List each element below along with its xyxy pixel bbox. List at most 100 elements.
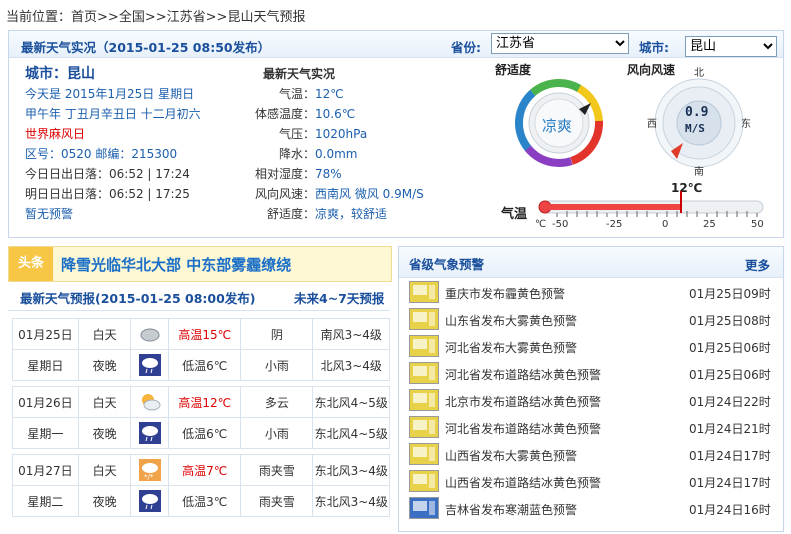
forecast-row: 星期二 夜晚 低温3℃ 雨夹雪 东北风3~4级 [12,485,390,517]
forecast-wind: 东北风4~5级 [312,417,390,449]
alert-link[interactable]: 吉林省发布寒潮蓝色预警 [445,501,577,518]
detail-row: 体感温度：10.6℃ [223,105,355,122]
alert-time: 01月24日22时 [689,395,771,409]
detail-value: 12℃ [315,87,344,101]
alert-time: 01月24日21时 [689,422,771,436]
alert-time: 01月25日06时 [689,368,771,382]
alert-link[interactable]: 北京市发布道路结冰黄色预警 [445,393,601,410]
breadcrumb-country-link[interactable]: 全国 [119,10,145,25]
overcast-icon [139,323,161,345]
forecast-wind: 东北风3~4级 [312,454,390,486]
icy-road-yellow-icon [409,416,439,438]
detail-row: 气压：1020hPa [223,125,367,142]
province-select[interactable]: 江苏省 [491,33,629,54]
temp-scale-label: 50 [751,219,764,230]
alert-link[interactable]: 河北省发布大雾黄色预警 [445,339,577,356]
alert-more-link[interactable]: 更多 [745,255,770,274]
alert-item[interactable]: 山东省发布大雾黄色预警 01月25日08时 [409,308,771,332]
alert-item[interactable]: 山西省发布大雾黄色预警 01月24日17时 [409,443,771,467]
alert-item[interactable]: 河北省发布道路结冰黄色预警 01月24日21时 [409,416,771,440]
compass-west: 西 [647,119,657,130]
forecast-row: 01月26日 白天 高温12℃ 多云 东北风4~5级 [12,386,390,418]
temp-title: 气温 [501,207,528,222]
alert-time: 01月25日09时 [689,287,771,301]
forecast-weekday: 星期二 [12,485,79,517]
alert-header: 省级气象预警 更多 [399,247,783,278]
detail-label: 体感温度： [254,107,315,121]
forecast-weekday: 星期日 [12,349,79,381]
light-rain-night-icon [138,422,161,444]
alert-link[interactable]: 河北省发布道路结冰黄色预警 [445,366,601,383]
forecast-icon-cell: */* [130,454,170,486]
temp-scale-label: 25 [703,219,716,230]
wind-speed: 0.9 [685,105,709,120]
forecast-row: 01月25日 白天 高温15℃ 阴南风3~4级 [12,318,390,350]
compass-north: 北 [694,68,704,79]
sunrise-sunset-tomorrow: 明日日出日落：06:52 | 17:25 [25,187,190,201]
forecast-wind: 南风3~4级 [312,318,390,350]
compass-east: 东 [741,119,751,130]
live-weather-panel: 最新天气实况（2015-01-25 08:50发布） 省份: 江苏省 城市: 昆… [8,30,784,238]
forecast-more-link[interactable]: 未来4~7天预报 [294,288,384,307]
forecast-temp: 低温6℃ [168,417,242,449]
province-label: 省份: [451,40,481,55]
city-select[interactable]: 昆山 [685,36,777,57]
lunar-date: 甲午年 丁丑月辛丑日 十二月初六 [25,107,201,121]
breadcrumb-home-link[interactable]: 首页 [71,10,97,25]
alert-item[interactable]: 吉林省发布寒潮蓝色预警 01月24日16时 [409,497,771,521]
breadcrumb-prefix: 当前位置： [6,10,72,25]
forecast-weather: 雨夹雪 [240,485,314,517]
svg-text:*/*: */* [144,473,154,481]
forecast-wind: 东北风4~5级 [312,386,390,418]
forecast-period: 白天 [77,386,132,418]
forecast-date: 01月27日 [12,454,79,486]
area-postal-codes: 区号：0520 邮编：215300 [25,147,178,161]
forecast-period: 白天 [77,318,132,350]
fog-yellow-icon [409,335,439,357]
detail-label: 相对湿度： [254,167,315,181]
comfort-value: 凉爽 [542,117,573,135]
temperature-fill [545,204,681,210]
forecast-day-table: 01月25日 白天 高温15℃ 阴南风3~4级 星期日 夜晚 低温6℃ 小雨 北风3~4级 [12,318,390,381]
alert-item[interactable]: 河北省发布大雾黄色预警 01月25日06时 [409,335,771,359]
alert-link[interactable]: 山西省发布道路结冰黄色预警 [445,474,601,491]
forecast-row: 星期日 夜晚 低温6℃ 小雨 北风3~4级 [12,349,390,381]
detail-value: 1020hPa [315,127,368,141]
forecast-icon-cell [130,386,170,418]
temp-scale-label: 0 [662,219,669,230]
alert-link[interactable]: 山西省发布大雾黄色预警 [445,447,577,464]
city-label: 城市: [639,40,669,55]
alert-link[interactable]: 重庆市发布霾黄色预警 [445,285,565,302]
alert-item[interactable]: 北京市发布道路结冰黄色预警 01月24日22时 [409,389,771,413]
headline-banner[interactable]: 头条 降雪光临华北大部 中东部雾霾缭绕 [8,246,392,282]
alert-item[interactable]: 山西省发布道路结冰黄色预警 01月24日17时 [409,470,771,494]
detail-label: 气温： [278,87,315,101]
detail-row: 气温：12℃ [223,85,344,102]
headline-link[interactable]: 降雪光临华北大部 中东部雾霾缭绕 [61,254,291,275]
alert-link[interactable]: 山东省发布大雾黄色预警 [445,312,577,329]
fog-yellow-icon [409,308,439,330]
alert-link[interactable]: 河北省发布道路结冰黄色预警 [445,420,601,437]
alert-item[interactable]: 重庆市发布霾黄色预警 01月25日09时 [409,281,771,305]
alert-item[interactable]: 河北省发布道路结冰黄色预警 01月25日06时 [409,362,771,386]
alert-title: 省级气象预警 [409,257,485,272]
forecast-temp: 低温3℃ [168,485,242,517]
forecast-weather: 小雨 [240,349,314,381]
forecast-weather: 多云 [240,386,314,418]
forecast-icon-cell [130,417,170,449]
cold-wave-blue-icon [409,497,439,519]
detail-value: 78% [315,167,342,181]
breadcrumb-province-link[interactable]: 江苏省 [167,10,206,25]
forecast-date: 01月26日 [12,386,79,418]
forecast-weather: 雨夹雪 [240,454,314,486]
forecast-temp: 低温6℃ [168,349,242,381]
forecast-icon-cell [130,318,170,350]
forecast-weather: 阴 [240,318,314,350]
forecast-period: 白天 [77,454,132,486]
alert-time: 01月24日17时 [689,449,771,463]
temp-scale-unit: ℃ [535,219,547,230]
live-weather-header: 最新天气实况（2015-01-25 08:50发布） 省份: 江苏省 城市: 昆… [9,31,783,58]
fog-yellow-icon [409,443,439,465]
forecast-day-table: 01月27日 白天 */* 高温7℃ 雨夹雪 东北风3~4级 星期二 夜晚 低温3℃ 雨夹雪 东北风… [12,454,390,517]
detail-value: 凉爽，较舒适 [315,207,388,221]
